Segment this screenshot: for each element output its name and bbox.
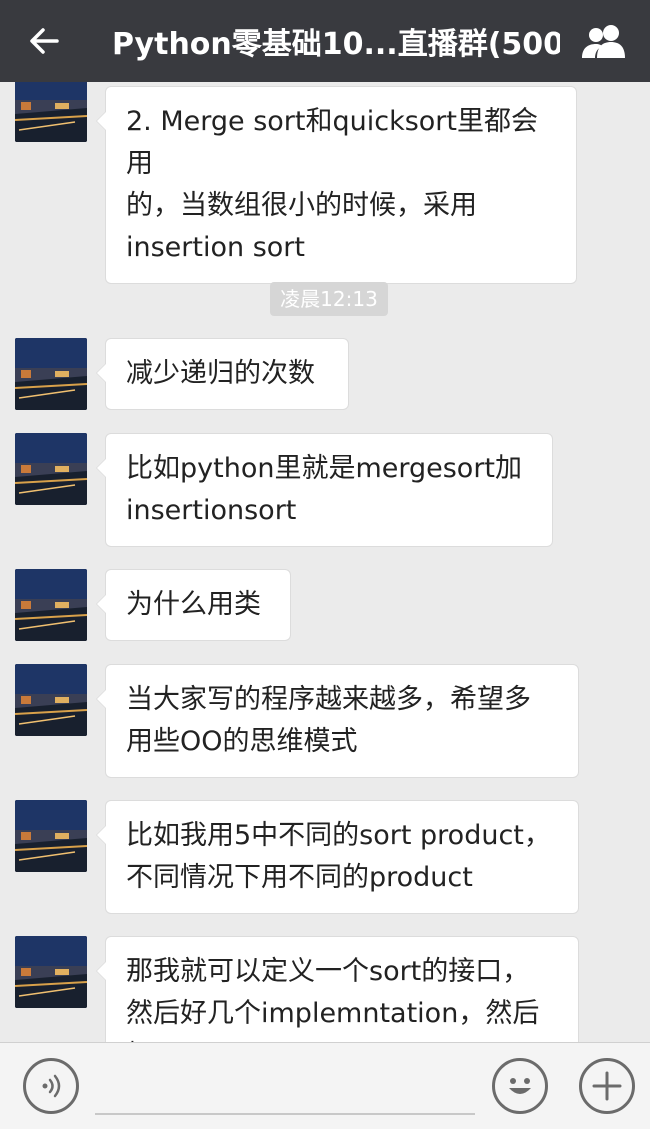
message-line: 的，当数组很小的时候，采用	[126, 190, 477, 221]
avatar[interactable]	[15, 82, 87, 142]
message-line: 比如我用5中不同的sort product，	[126, 820, 551, 851]
message-line: 减少递归的次数	[126, 358, 315, 389]
avatar[interactable]	[15, 664, 87, 736]
message-bubble[interactable]: 比如python里就是mergesort加 insertionsort	[96, 433, 553, 547]
message-line: 那我就可以定义一个sort的接口，	[126, 956, 530, 987]
message-bubble[interactable]: 那我就可以定义一个sort的接口， 然后好几个implemntation，然后根	[96, 936, 579, 1042]
message-bubble[interactable]: 当大家写的程序越来越多，希望多 用些OO的思维模式	[96, 664, 579, 778]
message-line: 然后好几个implemntation，然后根	[126, 998, 540, 1042]
message-bubble[interactable]: 为什么用类	[96, 569, 291, 641]
avatar-image	[15, 569, 87, 641]
message-line: 当大家写的程序越来越多，希望多	[126, 684, 531, 715]
message-bubble[interactable]: 2. Merge sort和quicksort里都会用 的，当数组很小的时候，采…	[96, 86, 577, 284]
message-line: 用些OO的思维模式	[126, 726, 358, 757]
avatar-image	[15, 433, 87, 505]
avatar[interactable]	[15, 433, 87, 505]
group-members-icon	[582, 25, 625, 58]
message-bubble[interactable]: 比如我用5中不同的sort product， 不同情况下用不同的product	[96, 800, 579, 914]
input-bar	[0, 1042, 650, 1129]
message-input[interactable]	[95, 1059, 475, 1115]
avatar-image	[15, 338, 87, 410]
voice-button[interactable]	[23, 1058, 79, 1114]
group-members-button[interactable]	[560, 0, 650, 82]
avatar[interactable]	[15, 338, 87, 410]
message-bubble[interactable]: 减少递归的次数	[96, 338, 349, 410]
message-line: insertionsort	[126, 495, 297, 526]
avatar-image	[15, 936, 87, 1008]
emoji-icon	[509, 1078, 531, 1094]
message-line: 2. Merge sort和quicksort里都会用	[126, 106, 538, 179]
top-bar: Python零基础10...直播群(500)	[0, 0, 650, 82]
back-button[interactable]	[0, 0, 88, 82]
avatar[interactable]	[15, 936, 87, 1008]
emoji-button[interactable]	[492, 1058, 548, 1114]
voice-icon	[42, 1074, 61, 1098]
more-button[interactable]	[579, 1058, 635, 1114]
avatar[interactable]	[15, 569, 87, 641]
plus-icon	[592, 1071, 622, 1101]
avatar-image	[15, 82, 87, 142]
message-timestamp: 凌晨12:13	[270, 282, 388, 316]
avatar-image	[15, 800, 87, 872]
avatar[interactable]	[15, 800, 87, 872]
message-list[interactable]: 2. Merge sort和quicksort里都会用 的，当数组很小的时候，采…	[0, 82, 650, 1042]
message-line: 比如python里就是mergesort加	[126, 453, 523, 484]
avatar-image	[15, 664, 87, 736]
message-line: 为什么用类	[126, 589, 261, 620]
message-line: 不同情况下用不同的product	[126, 862, 473, 893]
arrow-left-icon	[30, 28, 59, 54]
message-line: insertion sort	[126, 232, 305, 263]
chat-title: Python零基础10...直播群(500)	[112, 27, 560, 62]
